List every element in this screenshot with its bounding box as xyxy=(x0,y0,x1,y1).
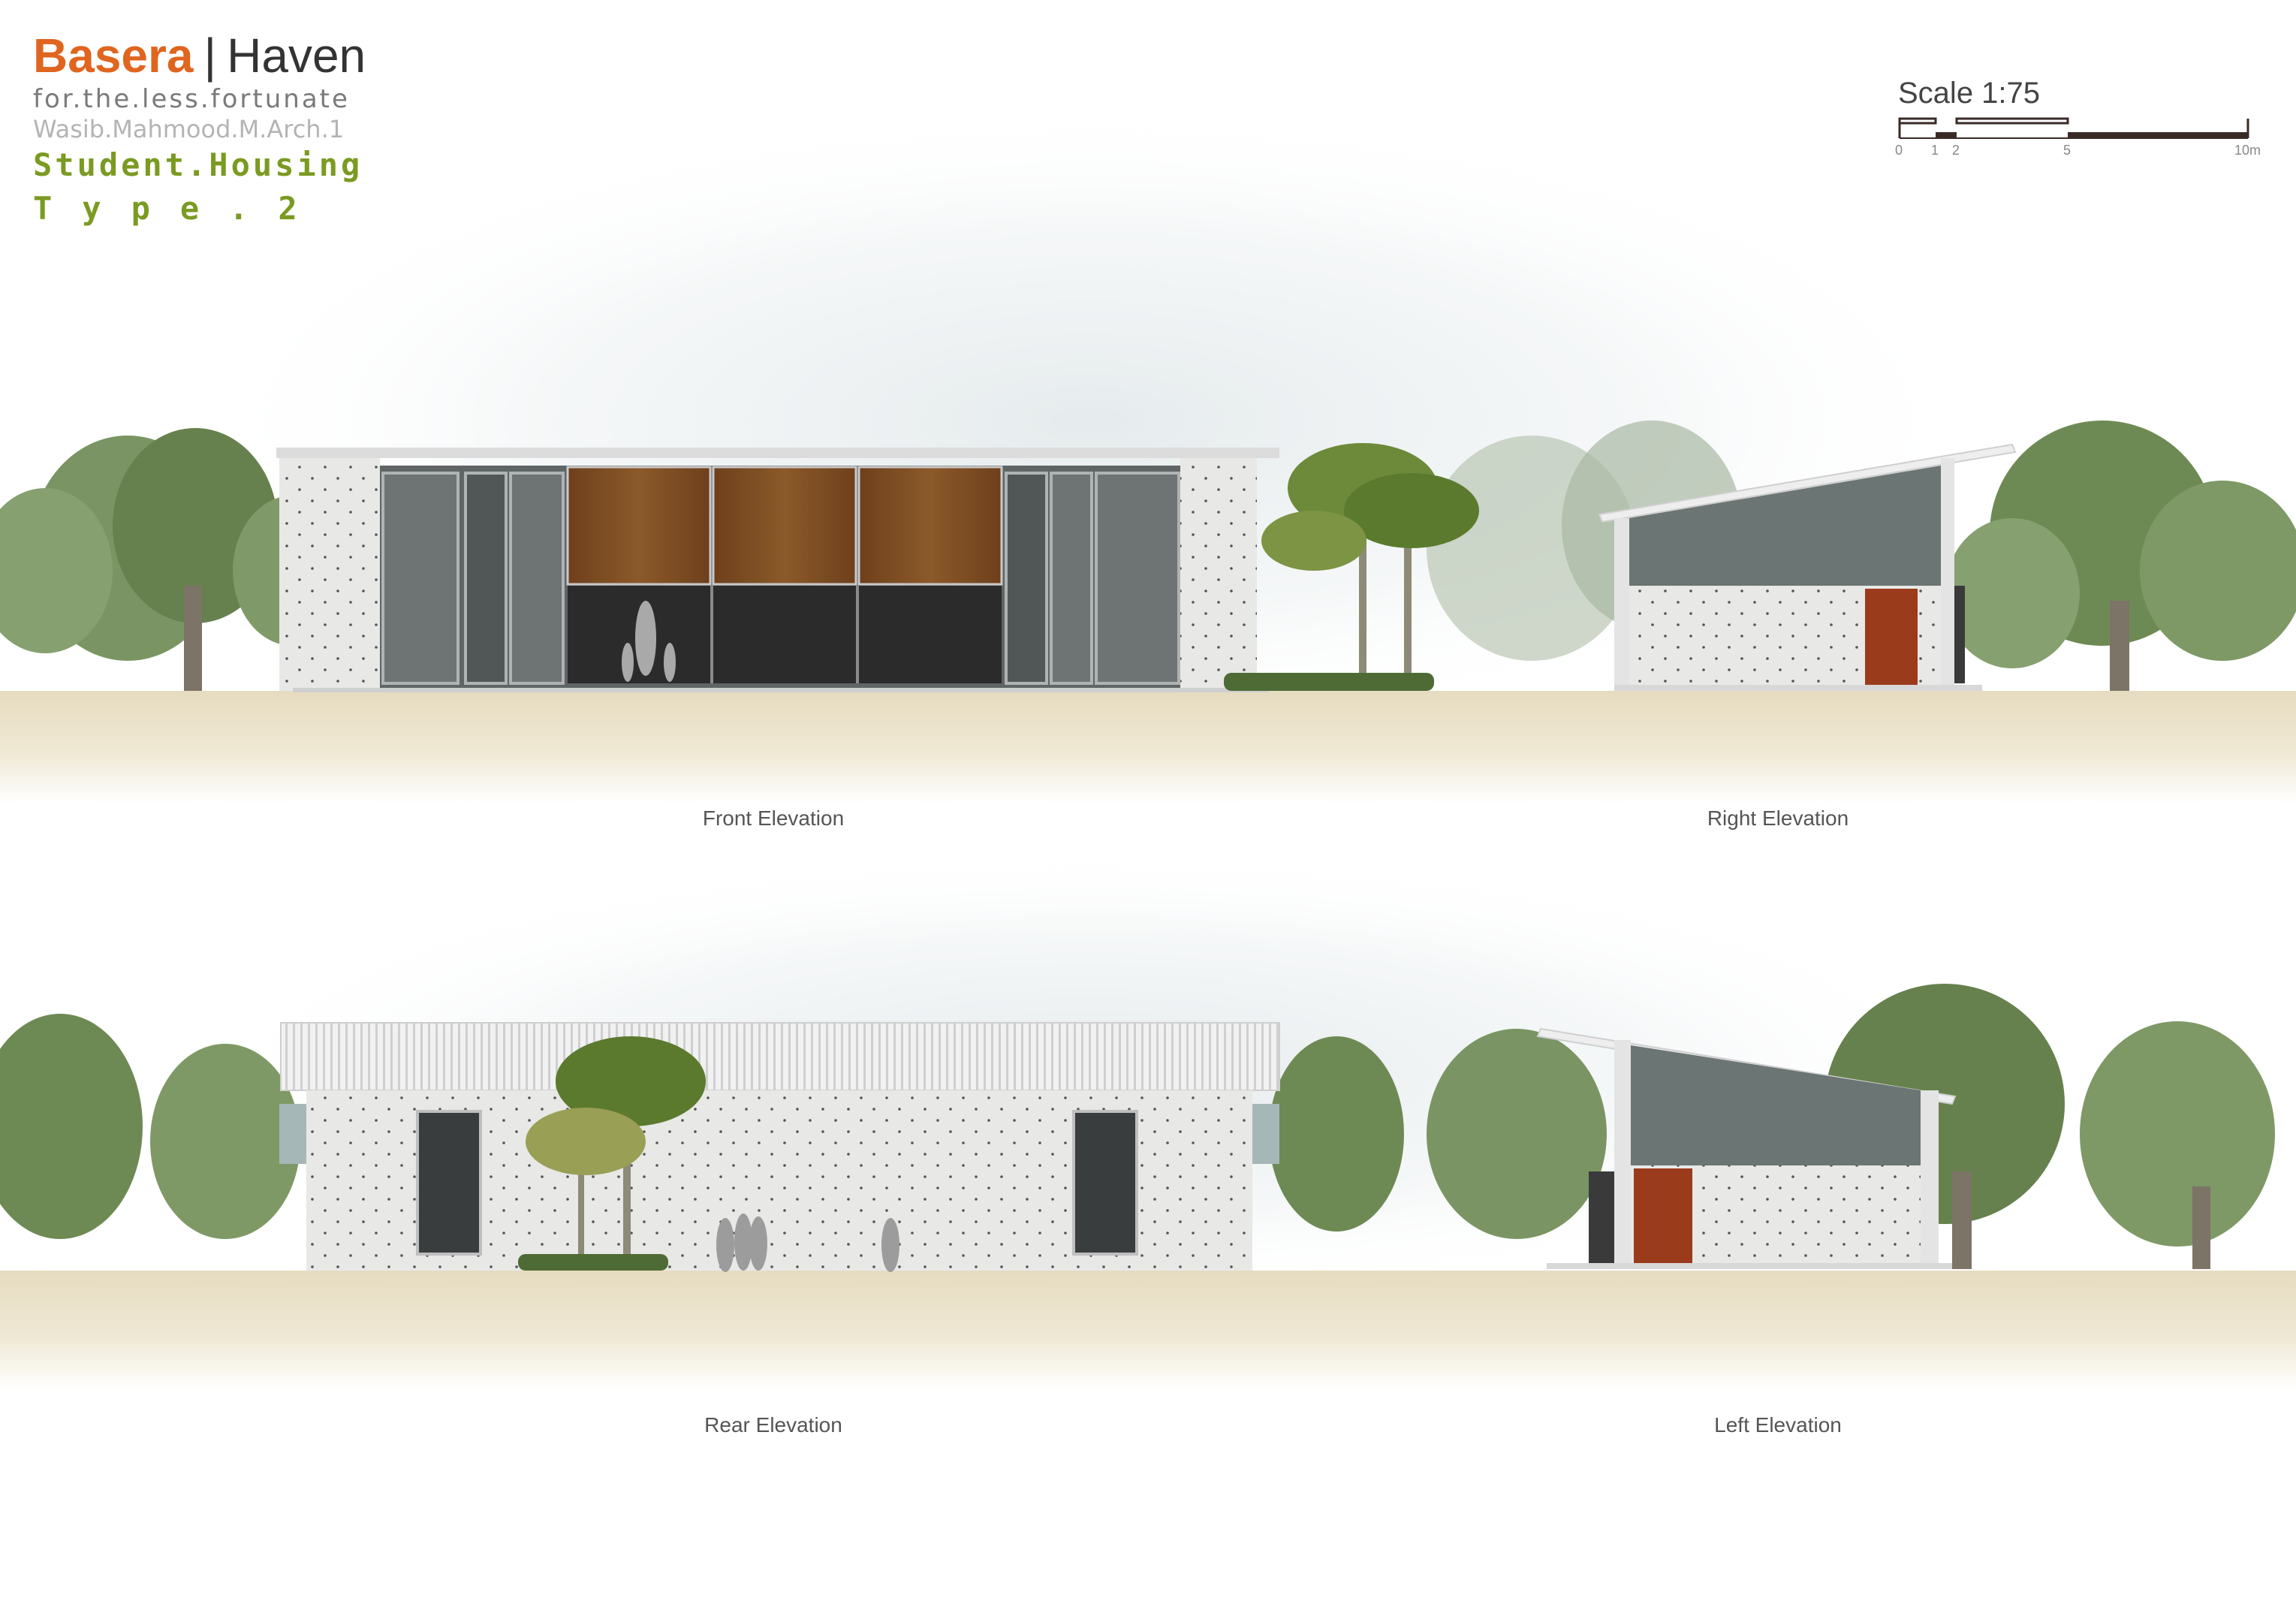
ground-bottom xyxy=(0,1271,2296,1391)
scale-tick-0: 0 xyxy=(1895,143,1903,158)
drawing-canvas xyxy=(0,105,2296,1391)
ground-top xyxy=(0,691,2296,803)
scale-bar xyxy=(1898,117,2249,139)
caption-left-elevation: Left Elevation xyxy=(1714,1413,1842,1437)
caption-rear-elevation: Rear Elevation xyxy=(704,1413,842,1437)
scale-tick-1: 1 xyxy=(1931,143,1939,158)
scale-tick-10m: 10m xyxy=(2234,143,2261,158)
caption-right-elevation: Right Elevation xyxy=(1707,806,1849,830)
rear-elevation-drawing xyxy=(279,1022,1280,1272)
elevation-sheet: Basera | Haven for.the.less.fortunate Wasi… xyxy=(0,0,2296,1622)
scale-tick-2: 2 xyxy=(1952,143,1960,158)
scale-tick-5: 5 xyxy=(2063,143,2072,158)
front-elevation-drawing xyxy=(276,448,1279,692)
caption-front-elevation: Front Elevation xyxy=(702,806,845,830)
